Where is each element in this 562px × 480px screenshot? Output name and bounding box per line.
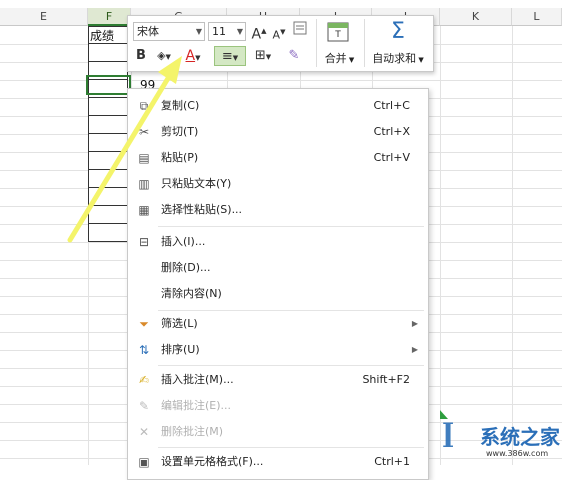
svg-text:ꟾ: ꟾ (442, 422, 454, 454)
annotation-arrow-icon (67, 56, 182, 243)
watermark-url: www.386w.com (486, 449, 549, 458)
watermark-text: 系统之家 (480, 425, 560, 449)
watermark: ꟾ 系统之家 www.386w.com (430, 405, 562, 465)
